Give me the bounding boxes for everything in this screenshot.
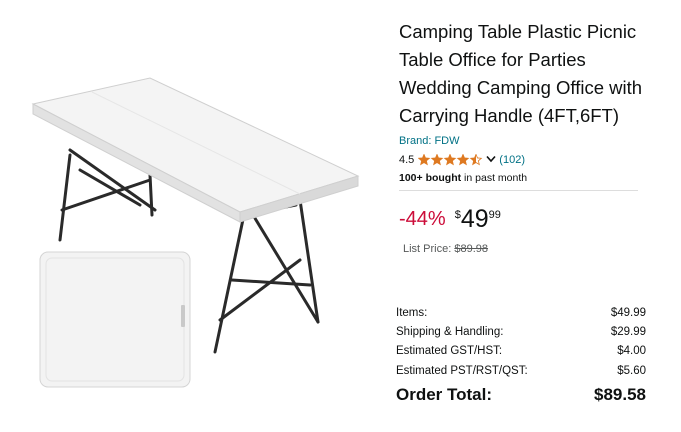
summary-row-pst: Estimated PST/RST/QST: $5.60 — [396, 362, 646, 381]
summary-label: Estimated PST/RST/QST: — [396, 364, 528, 377]
star-rating-icon[interactable] — [418, 154, 484, 166]
product-info: Camping Table Plastic Picnic Table Offic… — [399, 18, 649, 256]
summary-row-items: Items: $49.99 — [396, 304, 646, 323]
summary-value: $49.99 — [610, 307, 646, 319]
product-image[interactable] — [0, 0, 395, 432]
review-count-link[interactable]: (102) — [499, 154, 525, 166]
rating-value: 4.5 — [399, 154, 415, 166]
divider — [399, 190, 638, 191]
star-icon — [456, 154, 470, 166]
summary-label: Shipping & Handling: — [396, 326, 504, 339]
product-title: Camping Table Plastic Picnic Table Offic… — [399, 21, 643, 126]
chevron-down-icon[interactable] — [486, 154, 496, 166]
order-summary: Items: $49.99 Shipping & Handling: $29.9… — [396, 304, 646, 406]
bought-count: 100+ bought — [399, 172, 462, 184]
rating-row: 4.5 (102) — [399, 152, 649, 168]
summary-label: Estimated GST/HST: — [396, 345, 503, 358]
brand-link[interactable]: Brand: FDW — [399, 134, 649, 149]
star-icon — [443, 154, 457, 166]
current-price: $ 49 99 — [455, 205, 501, 233]
summary-value: $4.00 — [617, 345, 646, 358]
order-total-label: Order Total: — [396, 384, 493, 404]
folding-table-image — [31, 77, 360, 388]
order-total-value: $89.58 — [594, 384, 646, 404]
price-fraction: 99 — [488, 209, 501, 221]
star-icon — [430, 154, 444, 166]
star-icon — [418, 154, 431, 166]
order-total-row: Order Total: $89.58 — [396, 384, 646, 406]
summary-value: $29.99 — [610, 326, 646, 339]
list-price-label: List Price: — [403, 243, 455, 255]
summary-row-gst: Estimated GST/HST: $4.00 — [396, 342, 646, 361]
summary-row-shipping: Shipping & Handling: $29.99 — [396, 323, 646, 342]
price-whole: 49 — [460, 205, 489, 233]
summary-value: $5.60 — [617, 364, 646, 377]
price-row: -44% $ 49 99 — [399, 205, 649, 237]
list-price: List Price: $89.98 — [403, 242, 649, 256]
bought-period: in past month — [461, 172, 528, 184]
summary-label: Items: — [396, 307, 428, 319]
list-price-value: $89.98 — [454, 243, 489, 255]
discount-percent: -44% — [399, 208, 446, 230]
star-icon — [469, 154, 483, 166]
bought-in-past-month: 100+ bought in past month — [399, 171, 649, 185]
